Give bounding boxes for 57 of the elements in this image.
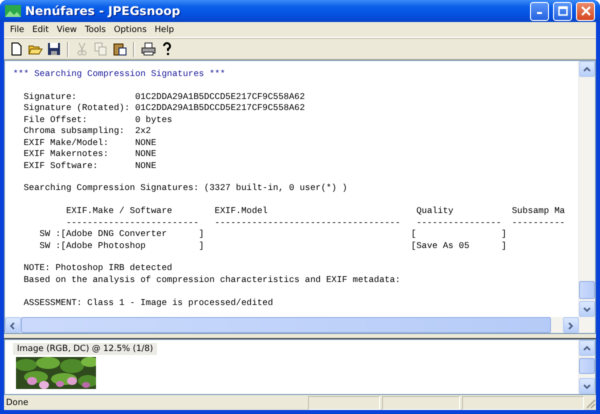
- close-icon: [580, 6, 590, 16]
- help-icon: [161, 42, 173, 56]
- chevron-right-icon: [566, 320, 576, 330]
- scroll-left-button[interactable]: [5, 317, 21, 333]
- report-line: EXIF Make/Model: NONE: [22, 138, 158, 150]
- scissors-icon: [75, 42, 89, 56]
- image-icon: [5, 5, 21, 17]
- report-line: File Offset: 0 bytes: [22, 114, 174, 126]
- report-line: EXIF.Make / Software EXIF.Model Quality Subsamp Ma: [65, 206, 566, 218]
- image-caption: Image (RGB, DC) @ 12.5% (1/8): [13, 343, 158, 355]
- maximize-icon: [558, 6, 568, 16]
- clipboard-icon: [113, 42, 127, 56]
- scroll-down-button[interactable]: [579, 301, 595, 317]
- chevron-up-icon: [582, 64, 592, 74]
- report-line: EXIF Software: NONE: [22, 160, 158, 172]
- scroll-down-button[interactable]: [579, 378, 595, 394]
- scroll-right-button[interactable]: [563, 317, 579, 333]
- new-document-icon: [9, 42, 23, 56]
- menu-item[interactable]: File: [6, 24, 28, 34]
- report-line: Chroma subsampling: 2x2: [22, 126, 152, 138]
- scrollbar-thumb[interactable]: [579, 358, 595, 374]
- report-line: SW :[Adobe DNG Converter ] [ ]: [38, 229, 508, 241]
- chevron-down-icon: [582, 304, 592, 314]
- menu-item[interactable]: Options: [110, 24, 151, 34]
- report-line: Signature: 01C2DDA29A1B5DCCD5E217CF9C558A62: [22, 92, 306, 104]
- report-line: Searching Compression Signatures: (3327 built-in, 0 user(*) ): [22, 183, 348, 195]
- report-line: SW :[Adobe Photoshop ] [Save As 05 ]: [38, 240, 508, 252]
- report-line: ------------------------- ----------------------------------- ---------------- ----------: [65, 218, 566, 230]
- report-line: Based on the analysis of compression characteristics and EXIF metadata:: [22, 274, 402, 286]
- scrollbar-thumb[interactable]: [579, 281, 595, 299]
- toolbar-button[interactable]: [46, 41, 62, 57]
- report-line: EXIF Makernotes: NONE: [22, 149, 158, 160]
- printer-icon: [140, 42, 156, 56]
- status-panel: [308, 396, 380, 410]
- toolbar-button[interactable]: [140, 41, 156, 57]
- status-text: Done: [5, 398, 30, 408]
- report-heading: *** Searching Compression Signatures ***: [13, 69, 226, 80]
- scroll-up-button[interactable]: [579, 340, 595, 356]
- chevron-up-icon: [582, 344, 592, 352]
- menu-item[interactable]: Help: [150, 24, 178, 34]
- chevron-down-icon: [582, 382, 592, 390]
- window-title: Nenúfares - JPEGsnoop: [25, 4, 182, 18]
- vertical-scrollbar[interactable]: [578, 61, 595, 317]
- minimize-button[interactable]: [530, 2, 549, 20]
- menu-item[interactable]: View: [52, 24, 81, 34]
- report-line: Signature (Rotated): 01C2DDA29A1B5DCCD5E217CF9C558A62: [22, 103, 306, 115]
- report-line: ASSESSMENT: Class 1 - Image is processed/edited: [22, 298, 274, 310]
- resize-grip-icon: [584, 396, 596, 408]
- report-line: NOTE: Photoshop IRB detected: [22, 263, 174, 275]
- copy-icon: [94, 42, 108, 56]
- maximize-button[interactable]: [553, 2, 572, 20]
- vertical-scrollbar[interactable]: [578, 340, 595, 394]
- scroll-up-button[interactable]: [579, 61, 595, 77]
- menu-item[interactable]: Edit: [28, 24, 53, 34]
- menu-item[interactable]: Tools: [80, 24, 110, 34]
- toolbar-button[interactable]: [112, 41, 128, 57]
- close-button[interactable]: [576, 2, 595, 20]
